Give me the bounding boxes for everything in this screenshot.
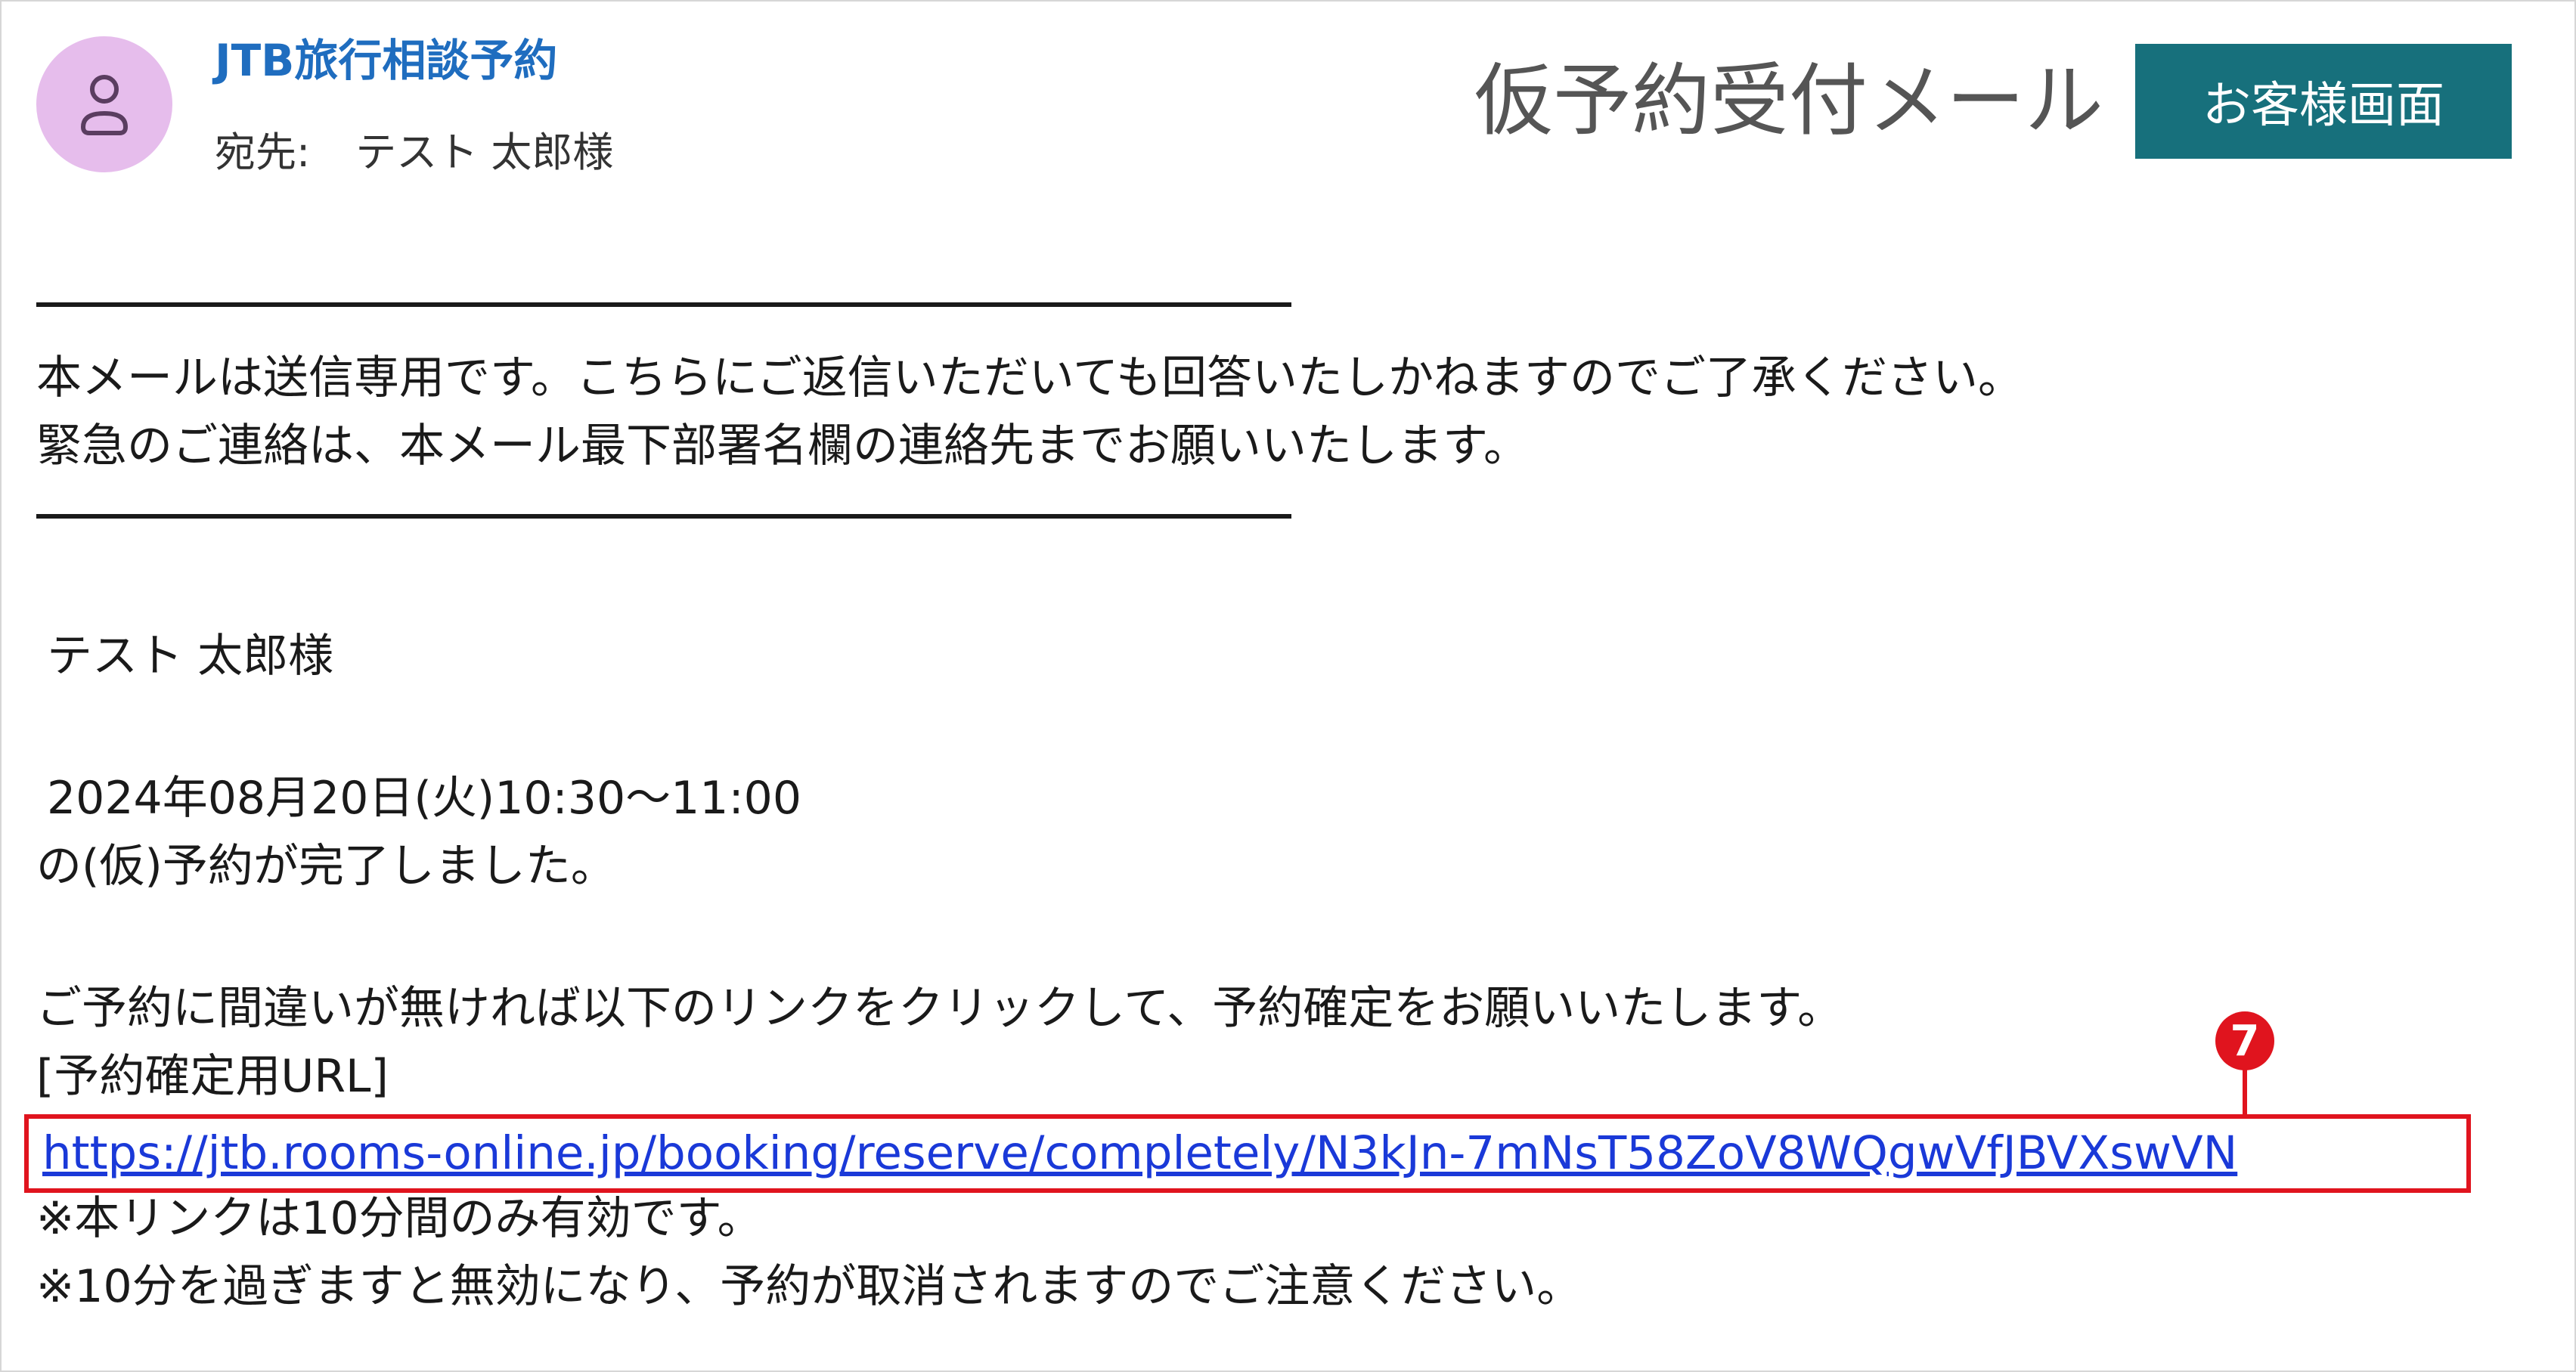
sender-name[interactable]: JTB旅行相談予約 bbox=[215, 30, 557, 91]
sender-avatar bbox=[36, 36, 172, 172]
validity-note: ※本リンクは10分間のみ有効です。 bbox=[36, 1192, 763, 1245]
confirm-instruction: ご予約に間違いが無ければ以下のリンクをクリックして、予約確定をお願いいたします。 bbox=[36, 982, 1843, 1035]
marker-connector bbox=[2243, 1063, 2247, 1116]
person-icon bbox=[80, 75, 129, 135]
divider-bottom bbox=[36, 514, 1291, 519]
confirmation-url-link[interactable]: https://jtb.rooms-online.jp/booking/rese… bbox=[42, 1119, 2237, 1188]
to-label: 宛先: bbox=[215, 129, 311, 176]
reservation-completed-text: の(仮)予約が完了しました。 bbox=[36, 840, 616, 893]
notice-line-1: 本メールは送信専用です。こちらにご返信いただいても回答いたしかねますのでご了承く… bbox=[36, 352, 2023, 404]
url-label: [予約確定用URL] bbox=[36, 1050, 389, 1103]
recipient-row: 宛先: テスト 太郎様 bbox=[215, 122, 613, 183]
expiry-note: ※10分を過ぎますと無効になり、予約が取消されますのでご注意ください。 bbox=[36, 1260, 1582, 1313]
annotation-marker: 7 bbox=[2215, 1011, 2274, 1070]
divider-top bbox=[36, 302, 1291, 307]
url-highlight-box: https://jtb.rooms-online.jp/booking/rese… bbox=[24, 1114, 2471, 1193]
recipient-greeting: テスト 太郎様 bbox=[47, 630, 334, 683]
notice-line-2: 緊急のご連絡は、本メール最下部署名欄の連絡先までお願いいたします。 bbox=[36, 420, 1529, 472]
reservation-datetime: 2024年08月20日(火)10:30〜11:00 bbox=[47, 772, 802, 825]
to-value: テスト 太郎様 bbox=[355, 129, 614, 176]
mail-type-title: 仮予約受付メール bbox=[1474, 54, 2104, 147]
email-view: JTB旅行相談予約 宛先: テスト 太郎様 仮予約受付メール お客様画面 本メール… bbox=[0, 0, 2576, 1372]
customer-screen-button[interactable]: お客様画面 bbox=[2135, 44, 2512, 159]
